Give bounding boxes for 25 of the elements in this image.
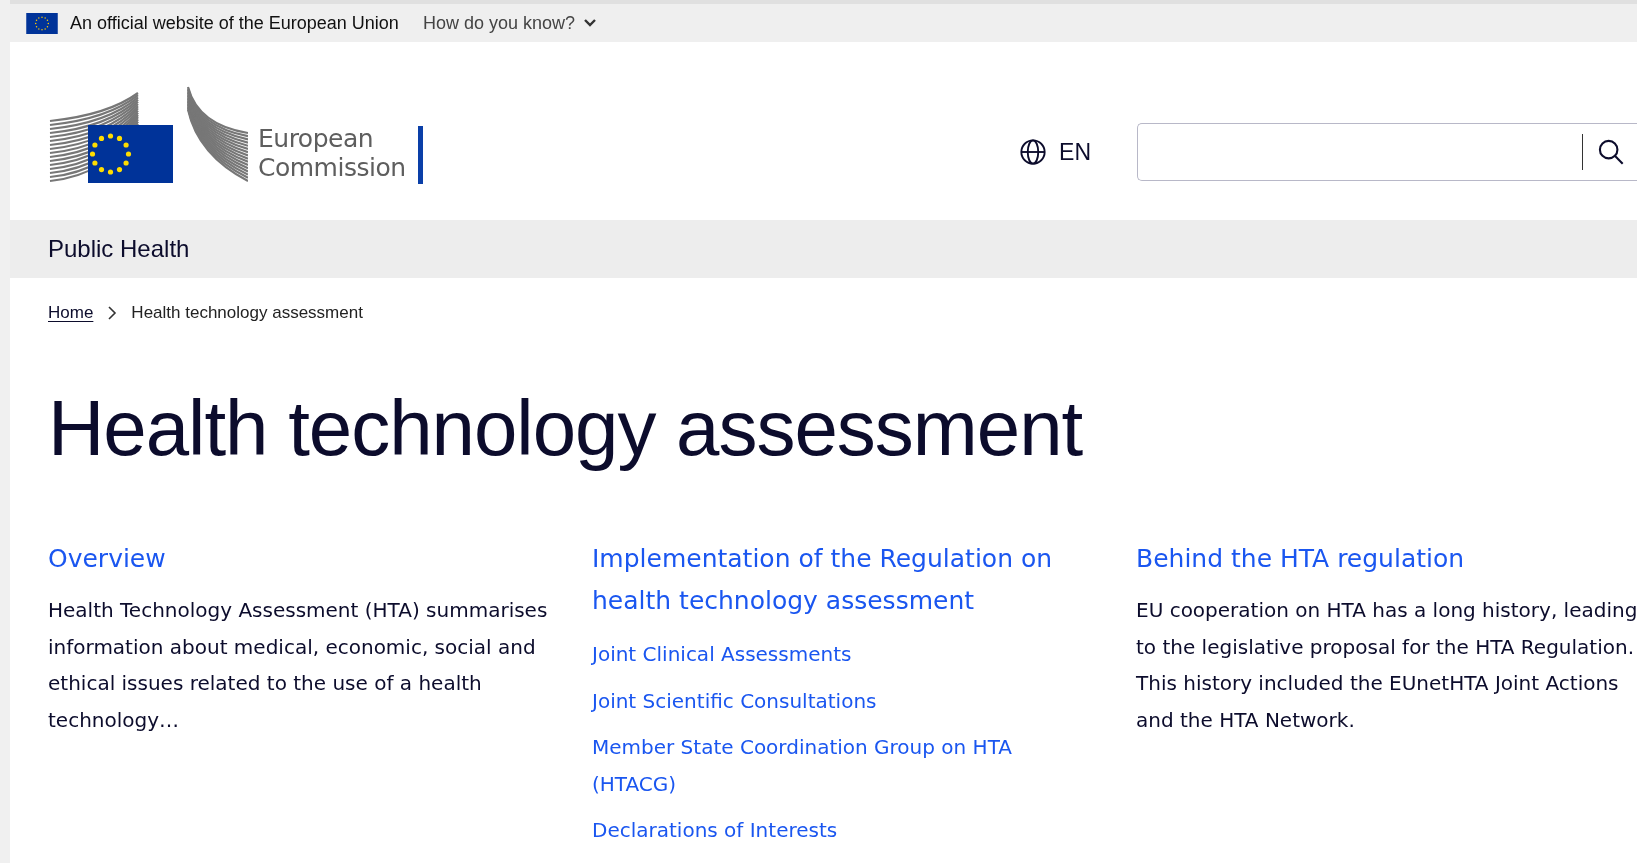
section-heading-link[interactable]: Overview [48,538,166,580]
chevron-icon [583,18,597,28]
section-heading-link[interactable]: Behind the HTA regulation [1136,538,1465,580]
section-link[interactable]: Declarations of Interests [592,812,838,849]
official-notice: An official website of the European Union [70,12,399,34]
breadcrumb-link[interactable]: Home [48,303,94,323]
page-title: Health technology assessment [48,383,1084,474]
section-description: Health Technology Assessment (HTA) summarises information about medical, economic, social and ethical issues related to the use of a health technology… [48,597,548,734]
section-link[interactable]: Joint Clinical Assessments [592,636,852,673]
breadcrumb-current: Health technology assessment [131,303,363,323]
logo-text: European [258,124,375,153]
chevron-right-icon [107,306,118,320]
section-heading-link[interactable]: Implementation of the Regulation on health technology assessment [592,538,1092,622]
section-description: EU cooperation on HTA has a long history, leading to the legislative proposal for the HTA Regulation. This history included the EUnetHTA Joint Actions and the HTA Network. [1136,597,1637,734]
section-link[interactable]: Joint Scientific Consultations [592,682,877,720]
search-field[interactable] [1137,123,1637,181]
globe-icon [1019,138,1048,166]
language-button[interactable]: EN [1019,138,1091,166]
site-title[interactable]: Public Health [48,235,190,263]
european-commission-logo[interactable]: European Commission [48,85,423,185]
section-link[interactable]: Member State Coordination Group on HTA (HTACG) [592,729,1092,803]
eu-flag-icon [26,12,58,34]
search-icon[interactable] [1597,138,1625,166]
how-do-you-know-toggle[interactable]: How do you know? [422,12,597,34]
logo-text: Commission [258,153,406,182]
